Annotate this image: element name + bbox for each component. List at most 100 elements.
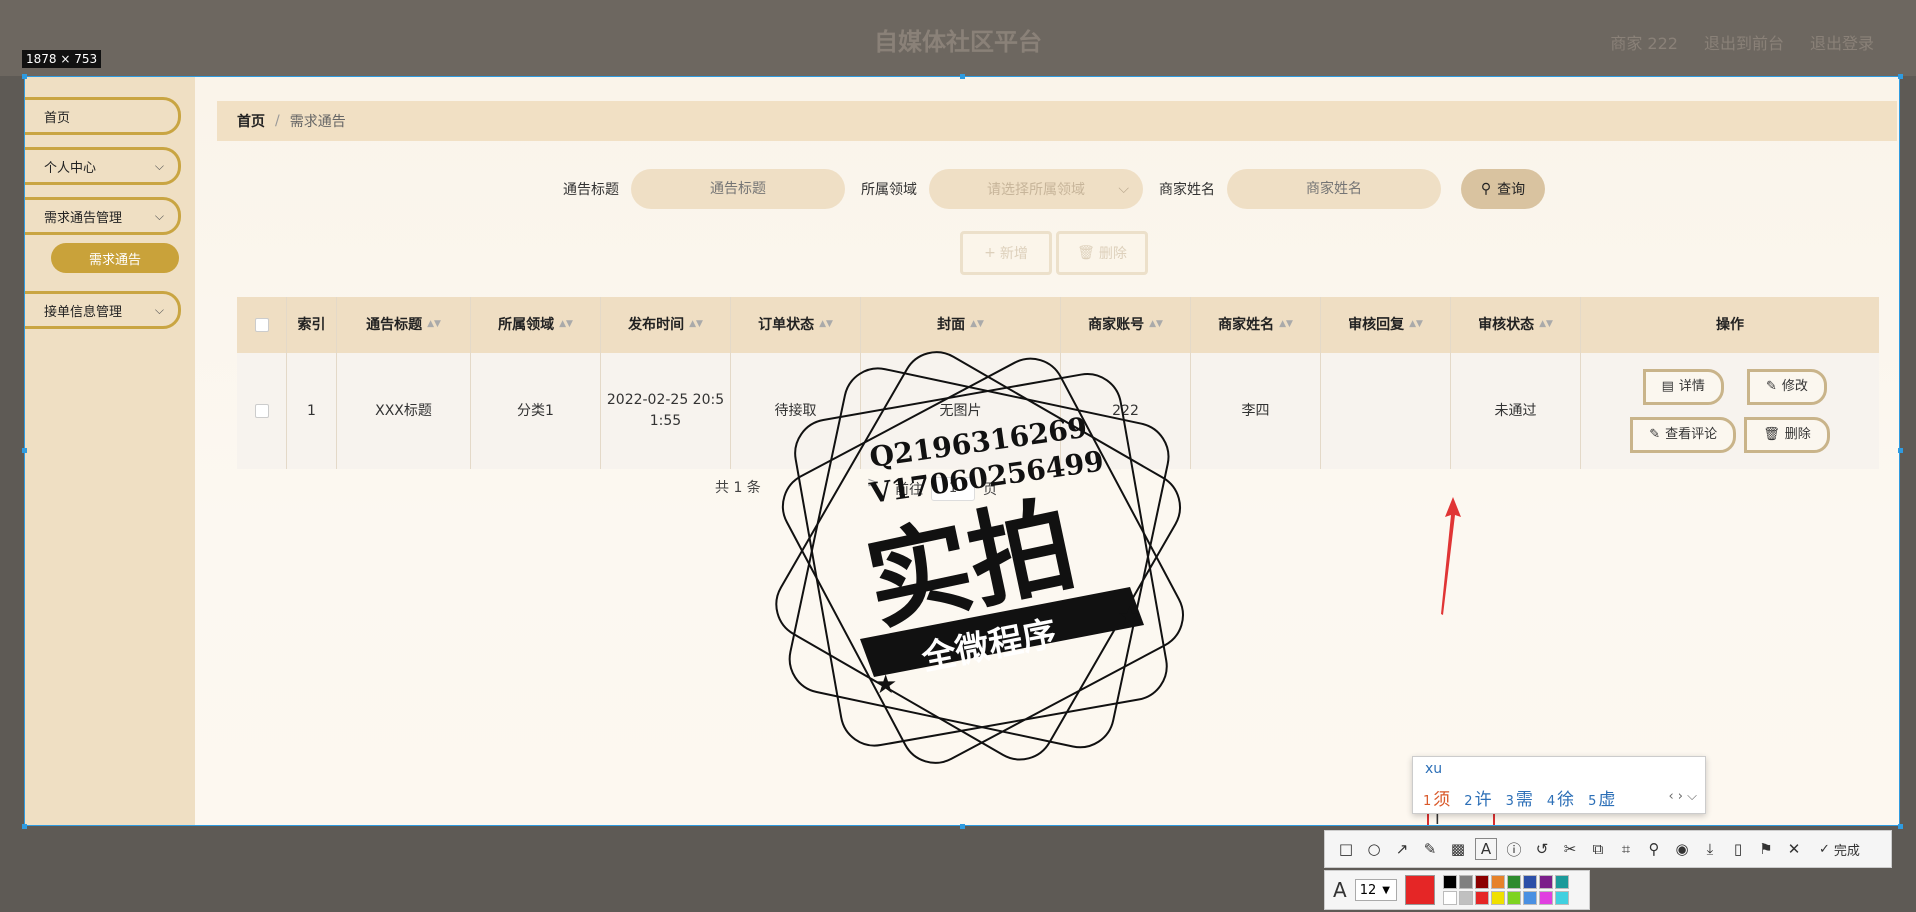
title-label: 通告标题: [563, 182, 619, 198]
capture-size-label: 1878 × 753: [22, 50, 102, 68]
cell-time: 2022-02-25 20:5 1:55: [601, 353, 731, 469]
col-header-name[interactable]: 商家姓名 ▲▼: [1191, 297, 1321, 353]
merchant-link[interactable]: 商家 222: [1610, 30, 1678, 54]
ime-candidate[interactable]: 3需: [1506, 785, 1533, 810]
select-all-cell: [237, 297, 287, 353]
col-header-title[interactable]: 通告标题 ▲▼: [337, 297, 471, 353]
query-button[interactable]: ⚲ 查询: [1461, 169, 1545, 209]
action-row: + 新增 🗑 删除: [960, 231, 1148, 275]
resize-handle[interactable]: [960, 74, 965, 79]
breadcrumb-current: 需求通告: [289, 114, 346, 130]
sidebar-item-demand-notice-mgmt[interactable]: 需求通告管理 ⌵: [25, 197, 181, 235]
undo-icon[interactable]: ↺: [1531, 838, 1553, 860]
sort-icon: ▲▼: [1149, 319, 1163, 330]
row-select-cell: [237, 353, 287, 469]
number-marker-icon[interactable]: ⓘ: [1503, 838, 1525, 860]
font-size-value: 12: [1359, 882, 1377, 898]
color-swatch[interactable]: [1554, 875, 1569, 889]
view-comments-button[interactable]: ✎ 查看评论: [1630, 417, 1737, 453]
color-swatch[interactable]: [1458, 891, 1473, 905]
ime-candidate[interactable]: 1须: [1423, 785, 1450, 810]
domain-select[interactable]: 请选择所属领域 ⌵: [929, 169, 1143, 209]
detail-button[interactable]: ▤ 详情: [1642, 369, 1724, 405]
scissors-icon[interactable]: ✂: [1559, 838, 1581, 860]
sort-icon: ▲▼: [970, 319, 984, 330]
red-arrow-annotation: [1441, 497, 1461, 615]
breadcrumb-home[interactable]: 首页: [237, 111, 265, 131]
color-swatch[interactable]: [1506, 875, 1521, 889]
bookmark-icon[interactable]: ⚑: [1755, 838, 1777, 860]
current-color-swatch[interactable]: [1404, 875, 1435, 905]
sidebar-subitem-demand-notice[interactable]: 需求通告: [51, 243, 179, 273]
title-search-input[interactable]: [631, 169, 845, 209]
ocr-icon[interactable]: ⌗: [1615, 838, 1637, 860]
done-label: 完成: [1833, 843, 1860, 859]
close-icon[interactable]: ✕: [1783, 838, 1805, 860]
color-swatch[interactable]: [1522, 875, 1537, 889]
color-swatch[interactable]: [1474, 891, 1489, 905]
ime-candidate[interactable]: 4徐: [1547, 785, 1574, 810]
batch-delete-button[interactable]: 🗑 删除: [1056, 231, 1148, 275]
color-swatch[interactable]: [1442, 875, 1457, 889]
color-swatch[interactable]: [1554, 891, 1569, 905]
ime-page-nav-icon[interactable]: ‹ › ⌵: [1668, 789, 1697, 804]
resize-handle[interactable]: [22, 74, 27, 79]
resize-handle[interactable]: [1898, 824, 1903, 829]
col-header-reply[interactable]: 审核回复 ▲▼: [1321, 297, 1451, 353]
phone-icon[interactable]: ▯: [1727, 838, 1749, 860]
sidebar-item-order-info-mgmt[interactable]: 接单信息管理 ⌵: [25, 291, 181, 329]
arrow-icon[interactable]: ↗: [1391, 838, 1413, 860]
pin-icon[interactable]: ⚲: [1643, 838, 1665, 860]
color-swatch[interactable]: [1490, 875, 1505, 889]
sidebar-item-home[interactable]: 首页: [25, 97, 181, 135]
pager-total: 共 1 条: [715, 480, 761, 496]
merchant-label: 商家姓名: [1159, 182, 1215, 198]
translate-icon[interactable]: ⧉: [1587, 838, 1609, 860]
merchant-search-input[interactable]: [1227, 169, 1441, 209]
color-swatch[interactable]: [1506, 891, 1521, 905]
record-icon[interactable]: ◉: [1671, 838, 1693, 860]
pen-icon[interactable]: ✎: [1419, 838, 1441, 860]
text-icon[interactable]: A: [1475, 838, 1497, 860]
select-all-checkbox[interactable]: [254, 318, 269, 332]
mosaic-icon[interactable]: ▩: [1447, 838, 1469, 860]
cell-name: 李四: [1191, 353, 1321, 469]
font-size-select[interactable]: 12 ▼: [1354, 879, 1397, 901]
breadcrumb-separator: /: [275, 113, 280, 129]
color-swatch[interactable]: [1490, 891, 1505, 905]
resize-handle[interactable]: [22, 448, 27, 453]
resize-handle[interactable]: [960, 824, 965, 829]
ime-candidate[interactable]: 5虚: [1588, 785, 1615, 810]
done-button[interactable]: ✓ 完成: [1819, 840, 1860, 859]
resize-handle[interactable]: [1898, 448, 1903, 453]
logout-link[interactable]: 退出登录: [1810, 30, 1874, 54]
rectangle-icon[interactable]: □: [1335, 838, 1357, 860]
cell-ops: ▤ 详情 ✎ 修改 ✎ 查看评论 🗑 删除: [1581, 353, 1879, 469]
sort-icon: ▲▼: [427, 319, 441, 330]
col-header-audit[interactable]: 审核状态 ▲▼: [1451, 297, 1581, 353]
color-swatch[interactable]: [1442, 891, 1457, 905]
add-button-label: 新增: [999, 246, 1028, 262]
ellipse-icon[interactable]: ○: [1363, 838, 1385, 860]
add-button[interactable]: + 新增: [960, 231, 1052, 275]
color-swatch[interactable]: [1538, 875, 1553, 889]
plus-icon: +: [984, 245, 996, 261]
col-header-domain[interactable]: 所属领域 ▲▼: [471, 297, 601, 353]
ime-composition: xu: [1425, 761, 1443, 777]
color-swatch[interactable]: [1538, 891, 1553, 905]
col-header-time[interactable]: 发布时间 ▲▼: [601, 297, 731, 353]
color-swatch[interactable]: [1458, 875, 1473, 889]
sidebar-item-personal-center[interactable]: 个人中心 ⌵: [25, 147, 181, 185]
resize-handle[interactable]: [22, 824, 27, 829]
back-to-front-link[interactable]: 退出到前台: [1704, 30, 1784, 54]
download-icon[interactable]: ⤓: [1699, 838, 1721, 860]
row-checkbox[interactable]: [254, 404, 269, 418]
color-swatch[interactable]: [1474, 875, 1489, 889]
capture-region[interactable]: 首页 个人中心 ⌵ 需求通告管理 ⌵ 需求通告 接单信息管理 ⌵ 首页 / 需求…: [24, 76, 1900, 826]
color-swatch[interactable]: [1522, 891, 1537, 905]
edit-button[interactable]: ✎ 修改: [1746, 369, 1827, 405]
resize-handle[interactable]: [1898, 74, 1903, 79]
delete-button[interactable]: 🗑 删除: [1744, 417, 1830, 453]
ime-candidate[interactable]: 2许: [1464, 785, 1491, 810]
search-icon: ⚲: [1480, 181, 1492, 197]
